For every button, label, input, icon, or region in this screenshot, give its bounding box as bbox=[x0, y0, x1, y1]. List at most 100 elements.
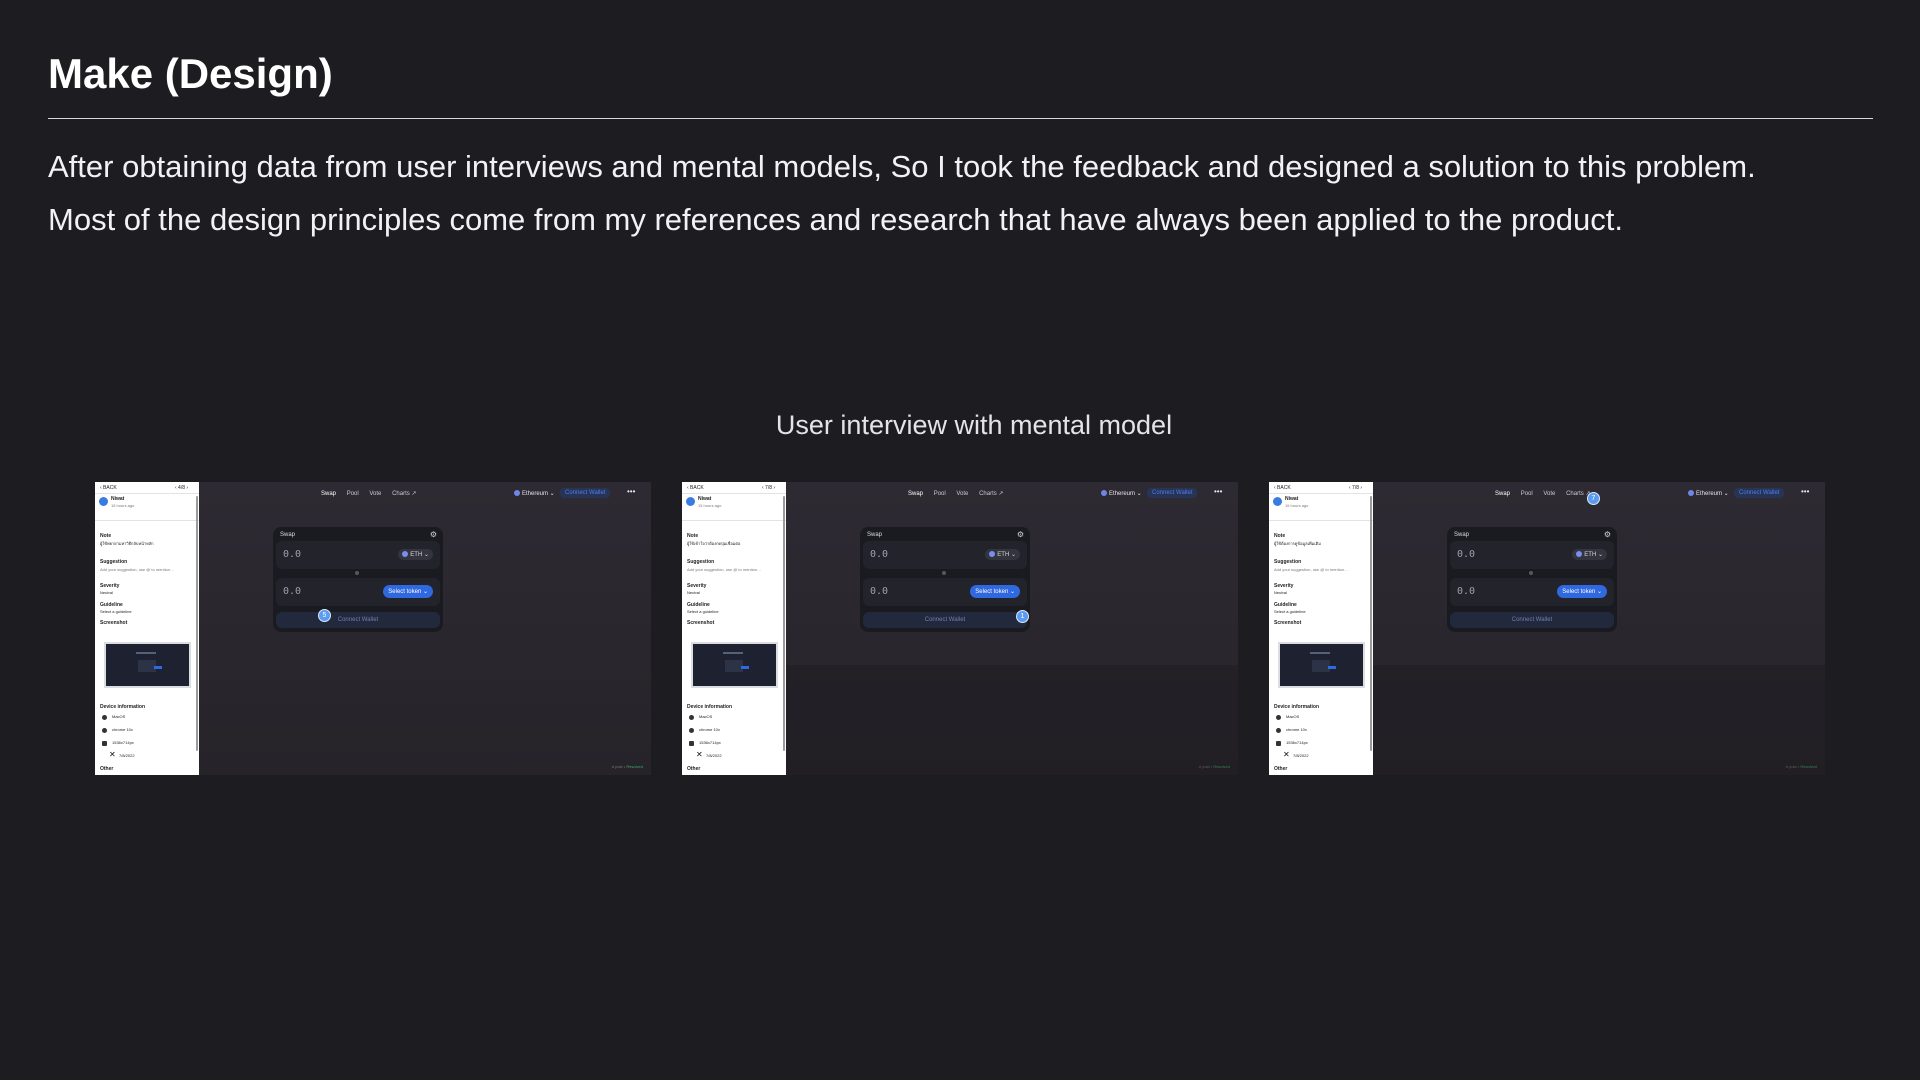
nav-swap[interactable]: Swap bbox=[1495, 491, 1510, 497]
output-amount[interactable]: 0.0 bbox=[870, 586, 888, 597]
output-field[interactable]: 0.0 Select token ⌄ bbox=[863, 578, 1027, 606]
token-selector[interactable]: ETH ⌄ bbox=[985, 549, 1020, 560]
guideline-select[interactable]: Select a guideline bbox=[100, 609, 132, 614]
input-amount[interactable]: 0.0 bbox=[283, 549, 301, 560]
panel-scrollbar[interactable] bbox=[783, 496, 785, 751]
severity-value[interactable]: Neutral bbox=[687, 590, 700, 595]
screenshot-thumbnail[interactable] bbox=[1278, 642, 1365, 688]
network-selector[interactable]: Ethereum ⌄ bbox=[1101, 490, 1142, 497]
guideline-label: Guideline bbox=[1274, 602, 1297, 608]
output-amount[interactable]: 0.0 bbox=[1457, 586, 1475, 597]
output-amount[interactable]: 0.0 bbox=[283, 586, 301, 597]
intro-line-2: Most of the design principles come from … bbox=[48, 202, 1623, 237]
gear-icon[interactable]: ⚙ bbox=[1604, 530, 1611, 539]
timestamp: 15 hours ago bbox=[1285, 503, 1309, 508]
pager[interactable]: ‹ 7/8 › bbox=[762, 485, 775, 491]
swap-app: Swap Pool Vote Charts ↗ Ethereum ⌄ Conne… bbox=[786, 482, 1238, 775]
select-token-button[interactable]: Select token ⌄ bbox=[383, 585, 433, 598]
gear-icon[interactable]: ⚙ bbox=[1017, 530, 1024, 539]
resolution-icon bbox=[1276, 741, 1281, 746]
connect-wallet-card-button[interactable]: Connect Wallet bbox=[276, 612, 440, 628]
nav-swap[interactable]: Swap bbox=[321, 491, 336, 497]
avatar bbox=[686, 497, 695, 506]
nav-charts[interactable]: Charts ↗ bbox=[979, 491, 1003, 497]
eth-icon bbox=[1101, 490, 1107, 497]
swap-direction-icon[interactable] bbox=[942, 571, 946, 575]
divider bbox=[682, 520, 786, 521]
network-label: Ethereum ⌄ bbox=[522, 491, 555, 497]
device-browser: chrome 10x bbox=[699, 727, 720, 732]
input-amount[interactable]: 0.0 bbox=[1457, 549, 1475, 560]
nav-pool[interactable]: Pool bbox=[347, 491, 359, 497]
interview-screenshot[interactable]: ‹ BACK ‹ 7/8 › Niwat 15 hours ago Note ผ… bbox=[682, 482, 1238, 775]
token-selector[interactable]: ETH ⌄ bbox=[1572, 549, 1607, 560]
os-icon bbox=[1276, 715, 1281, 720]
output-field[interactable]: 0.0 Select token ⌄ bbox=[1450, 578, 1614, 606]
suggestion-label: Suggestion bbox=[100, 559, 128, 565]
token-selector[interactable]: ETH ⌄ bbox=[398, 549, 433, 560]
input-amount[interactable]: 0.0 bbox=[870, 549, 888, 560]
connect-wallet-card-button[interactable]: Connect Wallet bbox=[863, 612, 1027, 628]
more-menu-icon[interactable]: ••• bbox=[1214, 487, 1222, 496]
gear-icon[interactable]: ⚙ bbox=[430, 530, 437, 539]
close-icon[interactable]: ✕ bbox=[696, 750, 703, 759]
os-icon bbox=[689, 715, 694, 720]
suggestion-input[interactable]: Add your suggestion, use @ to mention… bbox=[100, 567, 174, 572]
resolution-icon bbox=[102, 741, 107, 746]
device-date: 7/8/2022 bbox=[1293, 753, 1309, 758]
select-token-button[interactable]: Select token ⌄ bbox=[1557, 585, 1607, 598]
guideline-select[interactable]: Select a guideline bbox=[1274, 609, 1306, 614]
swap-app: Swap Pool Vote Charts ↗ Ethereum ⌄ Conne… bbox=[1373, 482, 1825, 775]
back-link[interactable]: ‹ BACK bbox=[687, 485, 704, 491]
interview-screenshot[interactable]: ‹ BACK ‹ 7/8 › Niwat 15 hours ago Note ผ… bbox=[1269, 482, 1825, 775]
note-text: ผู้ใช้ต้องการดูข้อมูลเพิ่มเติม bbox=[1274, 541, 1321, 546]
nav-vote[interactable]: Vote bbox=[369, 491, 381, 497]
nav-pool[interactable]: Pool bbox=[1521, 491, 1533, 497]
connect-wallet-button[interactable]: Connect Wallet bbox=[1734, 488, 1785, 498]
connect-wallet-button[interactable]: Connect Wallet bbox=[560, 488, 611, 498]
more-menu-icon[interactable]: ••• bbox=[1801, 487, 1809, 496]
nav-swap[interactable]: Swap bbox=[908, 491, 923, 497]
screenshot-thumbnail[interactable] bbox=[104, 642, 191, 688]
suggestion-input[interactable]: Add your suggestion, use @ to mention… bbox=[687, 567, 761, 572]
token-label: ETH ⌄ bbox=[1584, 552, 1603, 558]
swap-direction-icon[interactable] bbox=[1529, 571, 1533, 575]
screenshot-thumbnail[interactable] bbox=[691, 642, 778, 688]
pager[interactable]: ‹ 7/8 › bbox=[1349, 485, 1362, 491]
swap-direction-icon[interactable] bbox=[355, 571, 359, 575]
connect-wallet-card-button[interactable]: Connect Wallet bbox=[1450, 612, 1614, 628]
pager[interactable]: ‹ 4/8 › bbox=[175, 485, 188, 491]
feedback-panel: ‹ BACK ‹ 4/8 › Niwat 15 hours ago Note ผ… bbox=[95, 482, 199, 775]
close-icon[interactable]: ✕ bbox=[109, 750, 116, 759]
nav-pool[interactable]: Pool bbox=[934, 491, 946, 497]
back-link[interactable]: ‹ BACK bbox=[100, 485, 117, 491]
suggestion-label: Suggestion bbox=[1274, 559, 1302, 565]
output-field[interactable]: 0.0 Select token ⌄ bbox=[276, 578, 440, 606]
network-label: Ethereum ⌄ bbox=[1696, 491, 1729, 497]
network-selector[interactable]: Ethereum ⌄ bbox=[1688, 490, 1729, 497]
back-link[interactable]: ‹ BACK bbox=[1274, 485, 1291, 491]
input-field[interactable]: 0.0 ETH ⌄ bbox=[863, 541, 1027, 569]
nav-vote[interactable]: Vote bbox=[956, 491, 968, 497]
timestamp: 15 hours ago bbox=[111, 503, 135, 508]
input-field[interactable]: 0.0 ETH ⌄ bbox=[276, 541, 440, 569]
connect-wallet-button[interactable]: Connect Wallet bbox=[1147, 488, 1198, 498]
note-text: ผู้ใช้พยายามหาวิธีกลับหน้าหลัก bbox=[100, 541, 154, 546]
panel-scrollbar[interactable] bbox=[1370, 496, 1372, 751]
interview-screenshot[interactable]: ‹ BACK ‹ 4/8 › Niwat 15 hours ago Note ผ… bbox=[95, 482, 651, 775]
swap-label: Swap bbox=[867, 532, 883, 538]
nav-charts[interactable]: Charts ↗ bbox=[392, 491, 416, 497]
close-icon[interactable]: ✕ bbox=[1283, 750, 1290, 759]
select-token-button[interactable]: Select token ⌄ bbox=[970, 585, 1020, 598]
more-menu-icon[interactable]: ••• bbox=[627, 487, 635, 496]
severity-value[interactable]: Neutral bbox=[1274, 590, 1287, 595]
suggestion-input[interactable]: Add your suggestion, use @ to mention… bbox=[1274, 567, 1348, 572]
network-selector[interactable]: Ethereum ⌄ bbox=[514, 490, 555, 497]
input-field[interactable]: 0.0 ETH ⌄ bbox=[1450, 541, 1614, 569]
guideline-select[interactable]: Select a guideline bbox=[687, 609, 719, 614]
app-nav: Swap Pool Vote Charts ↗ bbox=[1495, 490, 1599, 497]
nav-vote[interactable]: Vote bbox=[1543, 491, 1555, 497]
swap-card: Swap ⚙ 0.0 ETH ⌄ 0.0 Select token ⌄ Conn… bbox=[860, 527, 1030, 632]
severity-value[interactable]: Neutral bbox=[100, 590, 113, 595]
panel-scrollbar[interactable] bbox=[196, 496, 198, 751]
